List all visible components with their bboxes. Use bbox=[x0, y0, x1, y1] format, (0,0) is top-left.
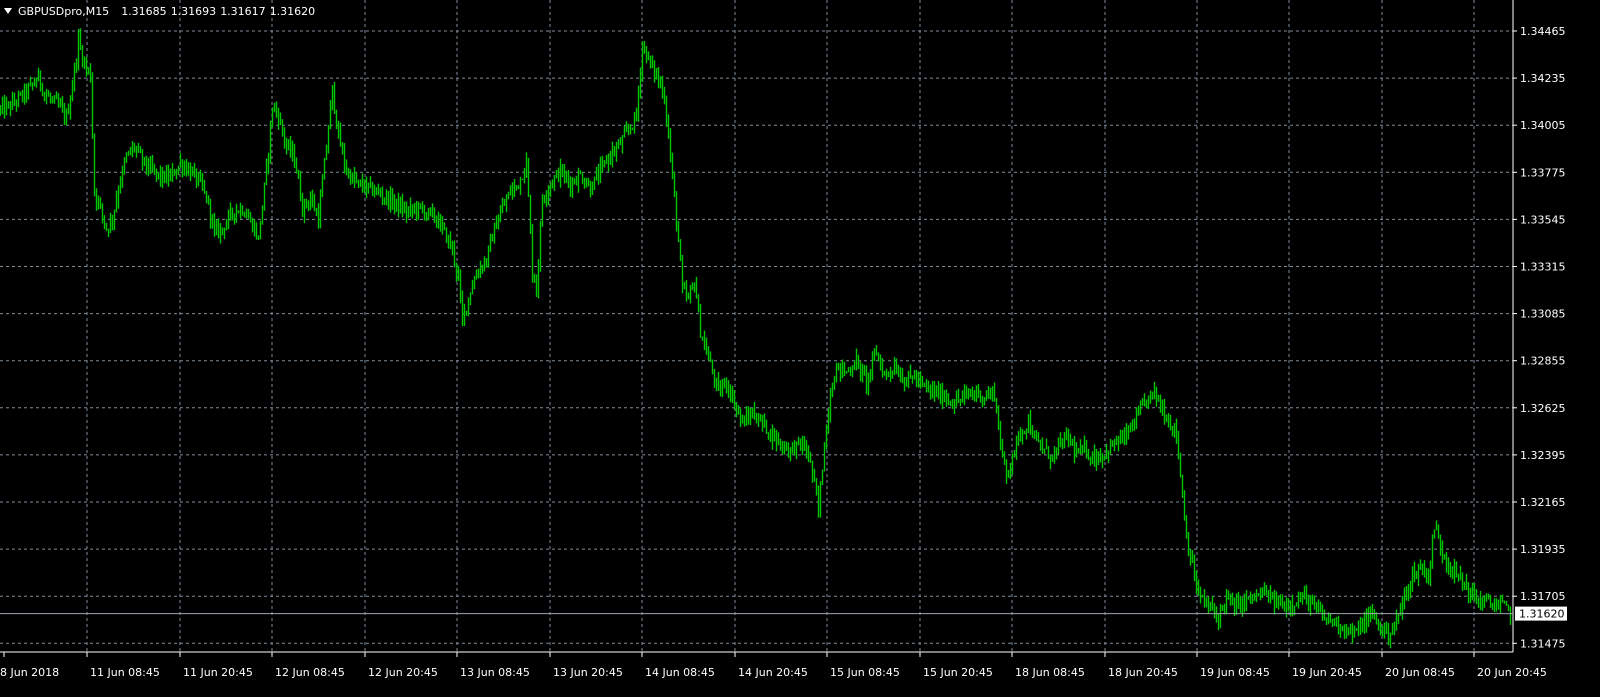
y-tick-label: 1.32625 bbox=[1520, 402, 1566, 415]
y-tick-label: 1.33085 bbox=[1520, 308, 1566, 321]
current-price-label: 1.31620 bbox=[1519, 608, 1565, 621]
x-tick-label: 11 Jun 20:45 bbox=[183, 666, 253, 679]
y-tick-label: 1.31935 bbox=[1520, 543, 1566, 556]
y-tick-label: 1.33315 bbox=[1520, 261, 1566, 274]
high-value: 1.31693 bbox=[170, 4, 217, 18]
x-tick-label: 11 Jun 08:45 bbox=[90, 666, 160, 679]
collapse-triangle-icon[interactable] bbox=[4, 8, 12, 14]
open-value: 1.31685 bbox=[121, 4, 167, 18]
x-tick-label: 20 Jun 20:45 bbox=[1477, 666, 1547, 679]
x-tick-label: 15 Jun 08:45 bbox=[830, 666, 900, 679]
x-tick-label: 13 Jun 20:45 bbox=[553, 666, 623, 679]
low-value: 1.31617 bbox=[220, 4, 266, 18]
y-tick-label: 1.31705 bbox=[1520, 590, 1566, 603]
grid bbox=[0, 0, 1513, 652]
y-tick-label: 1.32165 bbox=[1520, 496, 1566, 509]
chart-header: GBPUSDpro,M15 1.31685 1.31693 1.31617 1.… bbox=[4, 3, 315, 19]
chart-window[interactable]: 1.34465 1.34235 1.34005 1.33775 1.33545 1.333… bbox=[0, 0, 1600, 697]
y-tick-label: 1.32395 bbox=[1520, 449, 1566, 462]
price-chart[interactable]: 1.34465 1.34235 1.34005 1.33775 1.33545 1.333… bbox=[0, 0, 1600, 697]
x-tick-label: 13 Jun 08:45 bbox=[460, 666, 530, 679]
price-series bbox=[0, 28, 1512, 649]
y-tick-label: 1.33545 bbox=[1520, 213, 1566, 226]
y-tick-label: 1.34235 bbox=[1520, 72, 1566, 85]
x-tick-label: 12 Jun 08:45 bbox=[275, 666, 345, 679]
x-tick-label: 14 Jun 20:45 bbox=[738, 666, 808, 679]
x-tick-label: 18 Jun 08:45 bbox=[1015, 666, 1085, 679]
x-tick-label: 19 Jun 20:45 bbox=[1292, 666, 1362, 679]
x-tick-label: 19 Jun 08:45 bbox=[1200, 666, 1270, 679]
symbol-label: GBPUSDpro,M15 bbox=[18, 4, 110, 18]
x-tick-label: 12 Jun 20:45 bbox=[368, 666, 438, 679]
x-tick-label: 8 Jun 2018 bbox=[0, 666, 59, 679]
x-tick-label: 20 Jun 08:45 bbox=[1385, 666, 1455, 679]
close-value: 1.31620 bbox=[269, 4, 316, 18]
y-tick-label: 1.32855 bbox=[1520, 355, 1566, 368]
axes: 1.34465 1.34235 1.34005 1.33775 1.33545 1.333… bbox=[0, 0, 1567, 679]
y-tick-label: 1.31475 bbox=[1520, 637, 1566, 650]
x-tick-label: 18 Jun 20:45 bbox=[1108, 666, 1178, 679]
x-tick-label: 14 Jun 08:45 bbox=[645, 666, 715, 679]
y-tick-label: 1.33775 bbox=[1520, 166, 1566, 179]
y-tick-label: 1.34465 bbox=[1520, 25, 1566, 38]
y-tick-label: 1.34005 bbox=[1520, 119, 1566, 132]
x-tick-label: 15 Jun 20:45 bbox=[923, 666, 993, 679]
